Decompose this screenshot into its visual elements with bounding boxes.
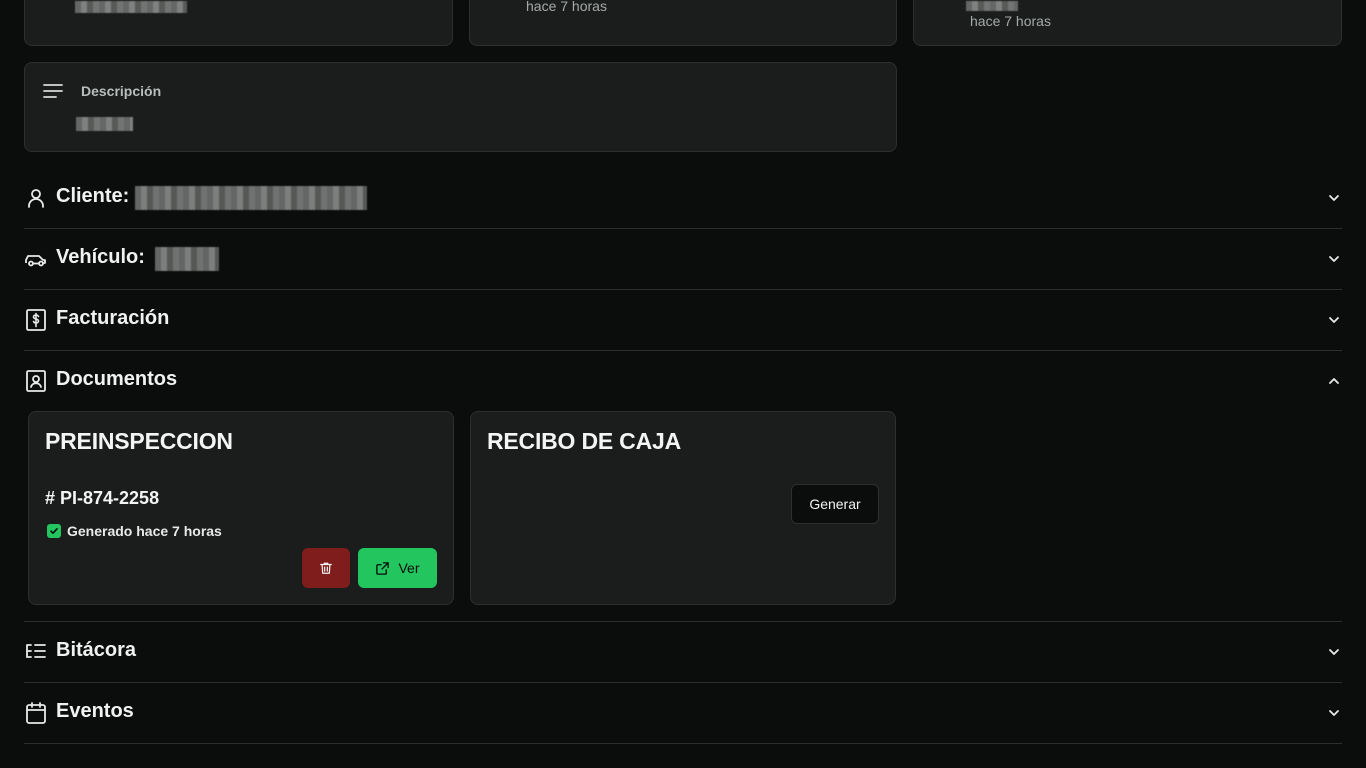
document-card-preinspeccion: PREINSPECCION # PI-874-2258 Generado hac…: [28, 411, 454, 605]
car-icon: [25, 255, 46, 267]
section-documentos[interactable]: Documentos PREINSPECCION # PI-874-2258 G…: [24, 351, 1342, 622]
chevron-down-icon[interactable]: [1326, 644, 1342, 660]
relative-time: hace 7 horas: [526, 0, 607, 14]
section-title: Vehículo:: [56, 246, 145, 268]
section-cliente[interactable]: Cliente:: [24, 168, 1342, 229]
view-document-button[interactable]: Ver: [358, 548, 437, 588]
contact-book-icon: [26, 370, 46, 392]
document-title: RECIBO DE CAJA: [487, 428, 682, 454]
document-card-recibo: RECIBO DE CAJA Generar: [470, 411, 896, 605]
section-title: Facturación: [56, 307, 170, 329]
section-title: Documentos: [56, 368, 178, 390]
chevron-down-icon[interactable]: [1326, 312, 1342, 328]
section-title: Bitácora: [56, 639, 137, 661]
section-vehiculo[interactable]: Vehículo:: [24, 229, 1342, 290]
redacted-value: [966, 1, 1018, 11]
user-icon: [28, 189, 44, 208]
document-number: # PI-874-2258: [45, 488, 160, 508]
view-label: Ver: [398, 560, 420, 576]
section-bitacora[interactable]: Bitácora: [24, 622, 1342, 683]
redacted-value: [75, 1, 187, 13]
generate-document-button[interactable]: Generar: [791, 484, 879, 524]
redacted-description: [76, 117, 133, 131]
delete-document-button[interactable]: [302, 548, 350, 588]
page: hace 7 horas hace 7 horas Descripción Cl…: [0, 0, 1366, 768]
chevron-down-icon[interactable]: [1326, 190, 1342, 206]
document-title: PREINSPECCION: [45, 428, 233, 454]
relative-time: hace 7 horas: [970, 13, 1051, 29]
chevron-down-icon[interactable]: [1326, 251, 1342, 267]
calendar-icon: [26, 702, 46, 724]
section-eventos[interactable]: Eventos: [24, 683, 1342, 744]
description-label: Descripción: [81, 83, 162, 99]
section-title: Cliente:: [56, 185, 130, 207]
checkbox-checked-icon: [47, 524, 61, 538]
info-card-1: [24, 0, 453, 46]
document-status: Generado hace 7 horas: [47, 523, 222, 539]
info-card-2: hace 7 horas: [469, 0, 897, 46]
redacted-vehicle: [155, 247, 219, 271]
lines-icon: [43, 84, 63, 98]
trash-icon: [320, 562, 332, 574]
status-text: Generado hace 7 horas: [67, 523, 222, 539]
external-link-icon: [376, 561, 390, 575]
description-card: Descripción: [24, 62, 897, 152]
receipt-icon: [26, 309, 46, 331]
redacted-client-name: [135, 186, 367, 210]
section-title: Eventos: [56, 700, 134, 722]
section-facturacion[interactable]: Facturación: [24, 290, 1342, 351]
chevron-up-icon[interactable]: [1326, 373, 1342, 389]
info-card-3: hace 7 horas: [913, 0, 1342, 46]
chevron-down-icon[interactable]: [1326, 705, 1342, 721]
list-tree-icon: [26, 644, 46, 658]
